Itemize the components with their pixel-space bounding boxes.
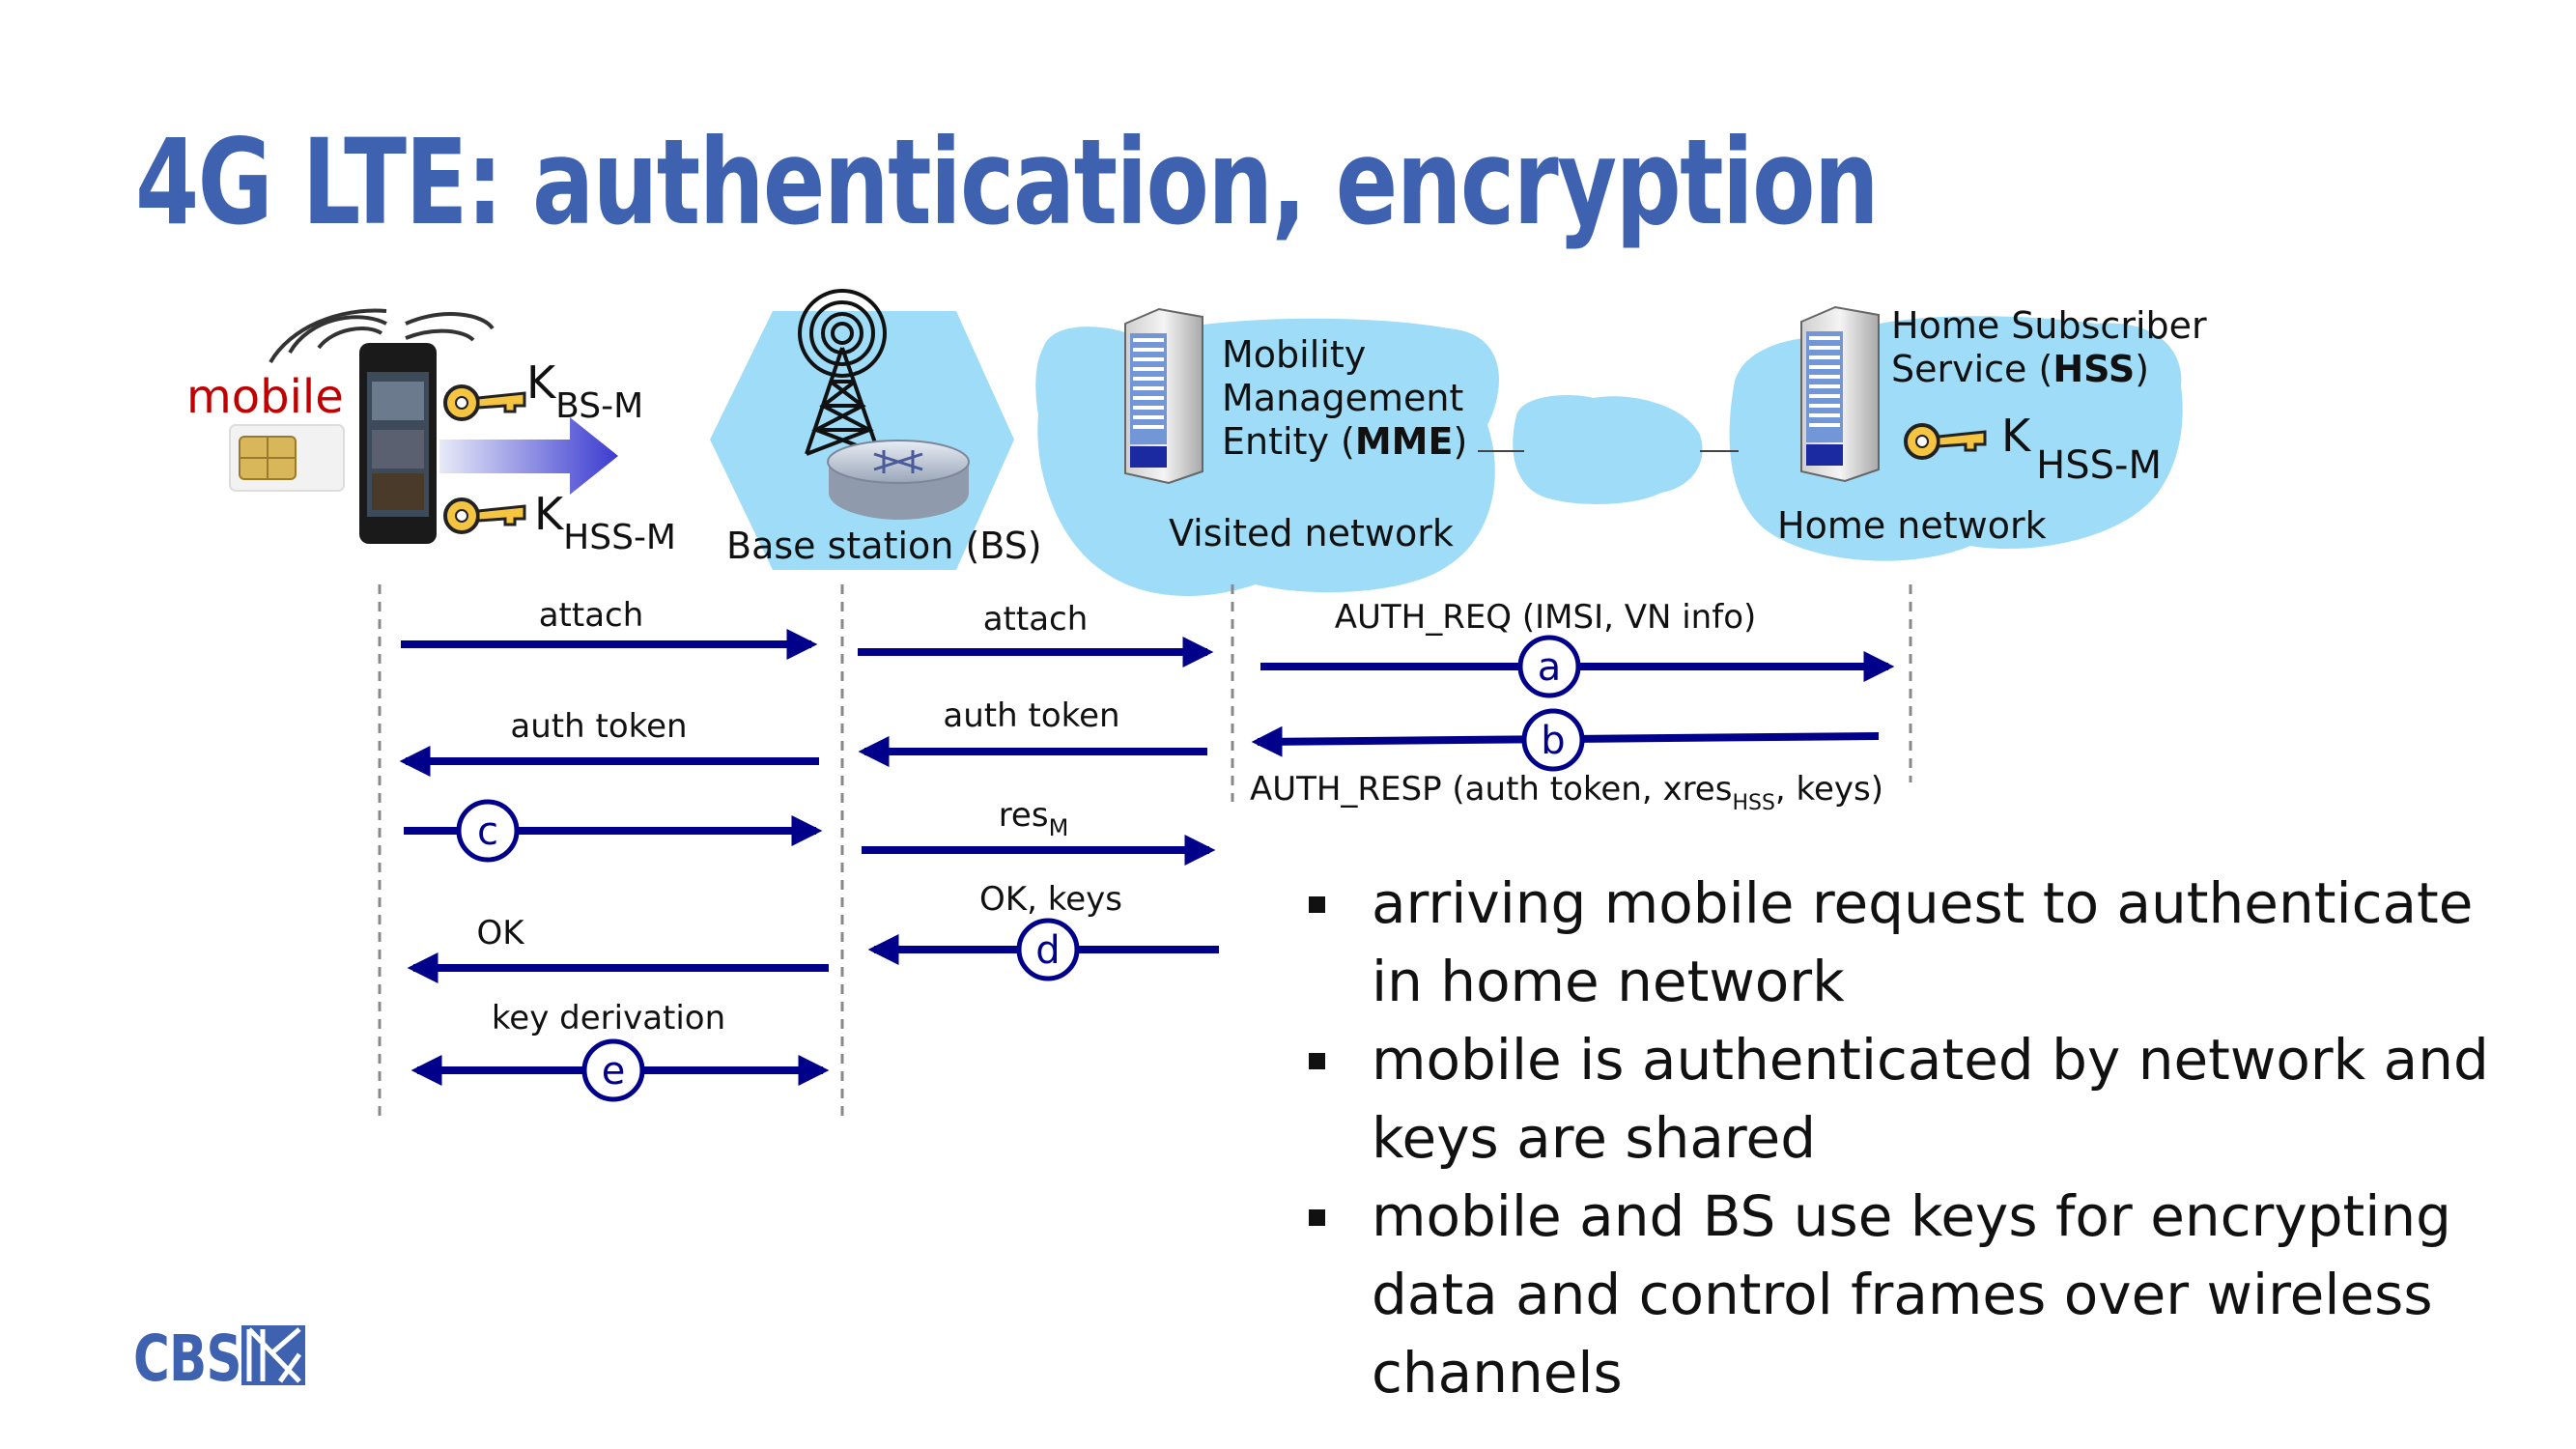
label-res: resM (999, 796, 1069, 841)
label-auth-token-1: auth token (510, 707, 687, 746)
label-ok: OK (476, 914, 525, 952)
label-auth-token-2: auth token (943, 696, 1119, 735)
key-bs-m-label: KBS-M (526, 356, 643, 426)
logo-mark-icon (241, 1325, 305, 1385)
sim-card-icon (229, 424, 345, 492)
bullet-item: mobile is authenticated by network and k… (1309, 1021, 2516, 1178)
step-a-label: a (1538, 645, 1562, 690)
bullet-item: arriving mobile request to authenticate … (1309, 865, 2516, 1021)
mme-label-line2: Management (1222, 377, 1463, 419)
bullet-marker (1309, 1053, 1325, 1069)
mme-label-line3: Entity (MME) (1222, 420, 1467, 463)
key-icon (443, 497, 526, 534)
label-ok-keys: OK, keys (979, 880, 1122, 919)
mobile-label: mobile (186, 370, 344, 424)
mme-label-line1: Mobility (1222, 333, 1366, 376)
key-hss-m-label: KHSS-M (534, 488, 676, 557)
label-attach-1: attach (539, 596, 644, 635)
key-icon (443, 384, 526, 421)
cbs-logo: CBS (133, 1321, 305, 1396)
label-key-derivation: key derivation (492, 999, 725, 1037)
transit-cloud (1513, 395, 1703, 504)
label-auth-resp: AUTH_RESP (auth token, xresHSS, keys) (1250, 770, 1883, 815)
bullet-item: mobile and BS use keys for encrypting da… (1309, 1178, 2516, 1412)
step-c-label: c (477, 810, 498, 854)
label-auth-req: AUTH_REQ (IMSI, VN info) (1335, 598, 1757, 637)
bullet-list: arriving mobile request to authenticate … (1309, 865, 2516, 1412)
server-icon (1800, 305, 1880, 483)
base-station-label: Base station (BS) (726, 525, 1042, 567)
bullet-marker (1309, 1209, 1325, 1226)
router-icon (827, 440, 970, 520)
hss-label-line1: Home Subscriber (1891, 304, 2207, 347)
step-e-label: e (602, 1049, 626, 1094)
key-transfer-arrow (439, 417, 618, 495)
home-network-label: Home network (1777, 504, 2047, 547)
server-icon (1124, 307, 1203, 485)
logo-text: CBS (133, 1321, 242, 1396)
label-attach-2: attach (983, 600, 1089, 639)
bullet-marker (1309, 896, 1325, 913)
visited-network-label: Visited network (1169, 512, 1454, 554)
step-b-label: b (1541, 719, 1565, 763)
step-d-label: d (1035, 928, 1060, 973)
hss-label-line2: Service (HSS) (1891, 348, 2149, 390)
